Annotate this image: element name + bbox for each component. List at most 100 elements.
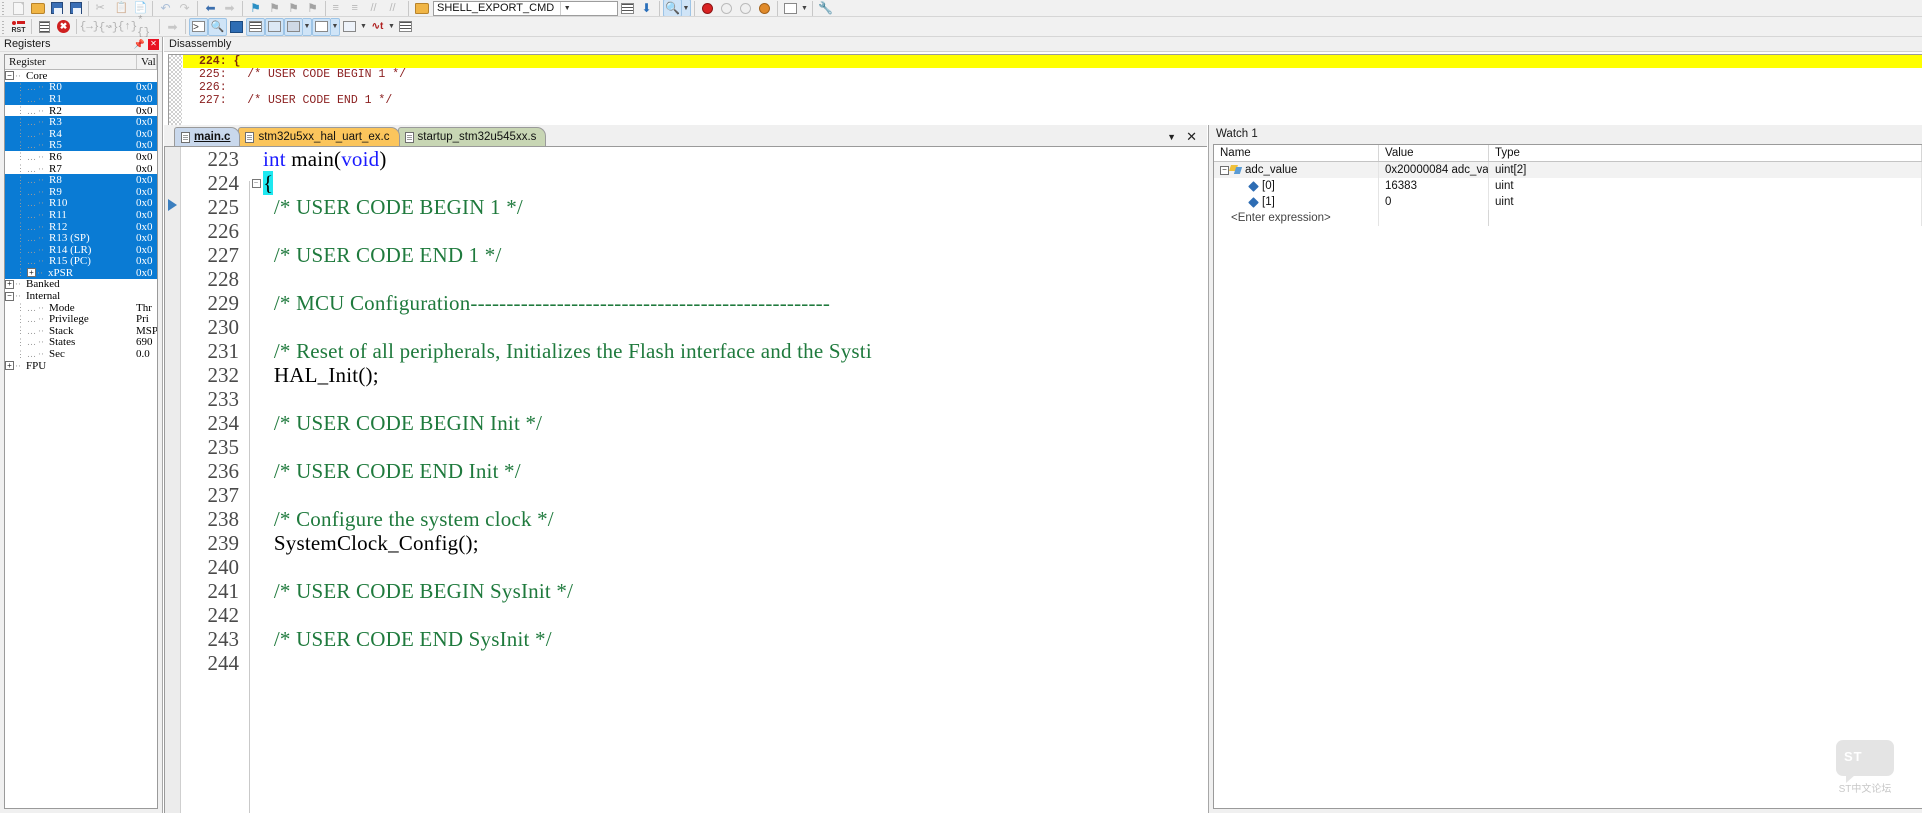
bookmark-prev-button[interactable]: ⚑ [284, 0, 303, 16]
register-value[interactable]: 0x0 [135, 232, 157, 244]
watch-row[interactable]: − adc_value 0x20000084 adc_valueuint[2] [1214, 162, 1922, 178]
pin-icon[interactable]: 📌 [134, 39, 145, 50]
system-analyzer-button[interactable] [396, 18, 415, 36]
watch-value-cell[interactable]: 16383 [1379, 178, 1489, 194]
navigate-forward-button[interactable]: ➡ [220, 0, 239, 16]
register-row[interactable]: ⋮… ·· R10 0x0 [5, 197, 157, 209]
watch-table[interactable]: Name Value Type − adc_value 0x20000084 adc… [1213, 144, 1922, 809]
disassembly-line[interactable]: 224: { [183, 55, 1922, 68]
cut-button[interactable]: ✂ [92, 0, 111, 16]
run-to-cursor-button[interactable]: *{} [137, 15, 156, 39]
disassembly-line[interactable]: 225: /* USER CODE BEGIN 1 */ [183, 68, 1922, 81]
code-line[interactable]: 224 −{ [181, 170, 1207, 195]
copy-button[interactable]: 📋 [111, 0, 130, 16]
register-row[interactable]: ⋮… ·· R9 0x0 [5, 186, 157, 198]
show-next-statement-button[interactable]: ➡ [163, 18, 182, 36]
disassembly-body[interactable]: 224: {225: /* USER CODE BEGIN 1 */226: 22… [168, 54, 1922, 125]
watch-row[interactable]: <Enter expression> [1214, 210, 1922, 226]
watch-name-cell[interactable]: [0] [1214, 178, 1379, 194]
watch-window-button[interactable] [284, 17, 303, 36]
find-options-dropdown[interactable]: ▼ [682, 0, 691, 16]
register-value[interactable]: 0x0 [135, 93, 157, 105]
enable-breakpoint-button[interactable] [755, 0, 774, 16]
register-row[interactable]: ⋮… ·· R12 0x0 [5, 221, 157, 233]
kill-breakpoints-button[interactable] [717, 0, 736, 16]
code-line[interactable]: 237 [181, 483, 1207, 507]
register-row[interactable]: ⋮… ·· Privilege Pri [5, 313, 157, 325]
navigate-back-button[interactable]: ⬅ [201, 0, 220, 16]
editor-breakpoint-margin[interactable] [165, 147, 181, 813]
register-value[interactable]: Thr [135, 302, 157, 314]
register-row[interactable]: ⋮… ·· R5 0x0 [5, 139, 157, 151]
comment-button[interactable]: // [367, 0, 386, 16]
reset-cpu-button[interactable]: RST [9, 18, 28, 36]
trace-dropdown[interactable]: ▼ [387, 18, 396, 36]
registers-window-button[interactable] [246, 17, 265, 36]
register-row[interactable]: ⋮… ·· R7 0x0 [5, 163, 157, 175]
register-row[interactable]: ⋮… ·· R13 (SP) 0x0 [5, 232, 157, 244]
register-row[interactable]: ⋮… ·· R4 0x0 [5, 128, 157, 140]
serial-window-button[interactable] [340, 18, 359, 36]
collapse-toggle-icon[interactable]: − [5, 71, 14, 81]
watch-value-cell[interactable]: 0 [1379, 194, 1489, 210]
code-line[interactable]: 232 HAL_Init(); [181, 363, 1207, 387]
register-row[interactable]: + ·· FPU [5, 360, 157, 372]
expand-toggle-icon[interactable]: + [27, 268, 36, 278]
code-line[interactable]: 227 /* USER CODE END 1 */ [181, 243, 1207, 267]
memory-window-dropdown[interactable]: ▼ [800, 0, 809, 16]
disassembly-gutter[interactable] [169, 55, 182, 125]
code-line[interactable]: 242 [181, 603, 1207, 627]
code-line[interactable]: 233 [181, 387, 1207, 411]
watch-row[interactable]: [1] 0 uint [1214, 194, 1922, 210]
register-row[interactable]: ⋮… ·· Sec 0.0 [5, 348, 157, 360]
collapse-toggle-icon[interactable]: − [5, 291, 14, 301]
download-button[interactable]: ⬇ [637, 0, 656, 16]
register-value[interactable]: 0x0 [135, 197, 157, 209]
code-line[interactable]: 230 [181, 315, 1207, 339]
register-value[interactable]: 0x0 [135, 128, 157, 140]
register-value[interactable]: 0x0 [135, 116, 157, 128]
register-value[interactable]: 0x0 [135, 163, 157, 175]
register-row[interactable]: ⋮… ·· R3 0x0 [5, 116, 157, 128]
collapse-toggle-icon[interactable]: − [1220, 165, 1229, 175]
register-row[interactable]: ⋮… ·· R6 0x0 [5, 151, 157, 163]
save-button[interactable] [47, 0, 66, 16]
code-line[interactable]: 241 /* USER CODE BEGIN SysInit */ [181, 579, 1207, 603]
watch-window-dropdown[interactable]: ▼ [303, 17, 312, 36]
code-line[interactable]: 238 /* Configure the system clock */ [181, 507, 1207, 531]
find-in-files-button[interactable]: 🔍 [663, 0, 682, 16]
register-row[interactable]: + ·· Banked [5, 278, 157, 290]
toolbar-grip[interactable] [1, 0, 7, 16]
tab-startup-stm32u545xx-s[interactable]: startup_stm32u545xx.s [397, 127, 547, 146]
symbols-window-button[interactable] [227, 18, 246, 36]
trace-button[interactable]: ∿t [368, 18, 387, 36]
memory-window-button[interactable] [312, 17, 331, 36]
outdent-button[interactable]: ≡ [348, 0, 367, 16]
bookmark-toggle-button[interactable]: ⚑ [246, 0, 265, 16]
register-row[interactable]: ⋮… ·· States 690 [5, 336, 157, 348]
run-to-main-button[interactable] [35, 18, 54, 36]
tab-stm32u5xx-hal-uart-ex-c[interactable]: stm32u5xx_hal_uart_ex.c [238, 127, 400, 146]
stop-debug-button[interactable]: ✖ [54, 18, 73, 36]
save-all-button[interactable] [66, 0, 85, 16]
close-icon[interactable]: ✕ [148, 38, 159, 50]
code-line[interactable]: 231 /* Reset of all peripherals, Initial… [181, 339, 1207, 363]
indent-button[interactable]: ≡ [329, 0, 348, 16]
watch-value-cell[interactable] [1379, 210, 1489, 226]
register-value[interactable]: 0.0 [135, 348, 157, 360]
serial-window-dropdown[interactable]: ▼ [359, 18, 368, 36]
register-row[interactable]: ⋮… ·· R2 0x0 [5, 105, 157, 117]
expand-toggle-icon[interactable]: + [5, 361, 14, 371]
code-line[interactable]: 235 [181, 435, 1207, 459]
tool-extra-button[interactable]: 🔧 [816, 0, 835, 16]
bookmark-next-button[interactable]: ⚑ [265, 0, 284, 16]
disable-breakpoint-button[interactable] [736, 0, 755, 16]
step-out-button[interactable]: {↑} [118, 18, 138, 36]
step-over-button[interactable]: {↝} [99, 18, 119, 36]
code-line[interactable]: 228 [181, 267, 1207, 291]
watch-value-cell[interactable]: 0x20000084 adc_value [1379, 162, 1489, 178]
call-stack-window-button[interactable] [265, 17, 284, 36]
watch-name-cell[interactable]: − adc_value [1214, 162, 1379, 178]
register-row[interactable]: ⋮… ·· R15 (PC) 0x0 [5, 255, 157, 267]
uncomment-button[interactable]: // [386, 0, 405, 16]
